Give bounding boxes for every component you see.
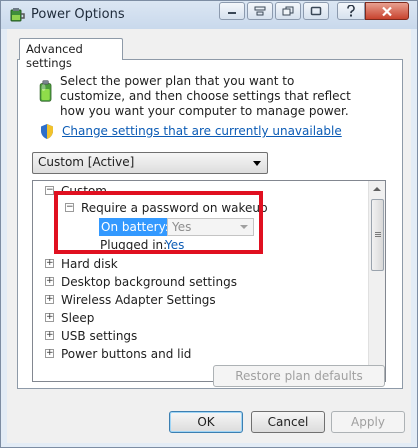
change-settings-link[interactable]: Change settings that are currently unava… [62,124,342,138]
advanced-settings-panel: Select the power plan that you want to c… [17,59,403,389]
tree-node-label: Wireless Adapter Settings [61,293,216,307]
tile-windows-button[interactable] [247,2,273,20]
plan-description: Select the power plan that you want to c… [60,74,351,118]
minimize-icon [228,12,236,14]
expand-icon[interactable]: + [45,277,54,286]
restore-plan-defaults-button[interactable]: Restore plan defaults [213,365,385,387]
maximize-button[interactable] [303,2,329,20]
on-battery-label: On battery: [99,218,171,236]
battery-icon [39,80,52,102]
on-battery-value: Yes [172,220,192,234]
power-options-icon [10,8,25,22]
cancel-button[interactable]: Cancel [251,411,325,433]
tab-advanced-settings[interactable]: Advanced settings [19,38,123,70]
dialog-client-area: Advanced settings Select the power plan … [7,29,411,443]
question-mark-icon [347,5,355,17]
power-options-window: Power Options Advanced settings Select t… [0,0,418,448]
power-plan-dropdown[interactable]: Custom [Active] [32,152,268,174]
ok-button[interactable]: OK [169,411,243,433]
expand-icon[interactable]: + [45,313,54,322]
tree-node-label: Hard disk [61,257,118,271]
minimize-button[interactable] [219,2,245,20]
grip-line [375,236,381,237]
tree-node-label: Power buttons and lid [61,347,192,361]
close-button[interactable] [365,2,409,20]
tree-node-label: USB settings [61,329,138,343]
tile-icon [254,6,266,16]
tree-node-label: Desktop background settings [61,275,237,289]
maximize-icon [310,6,322,16]
expand-icon[interactable]: + [45,331,54,340]
expand-icon[interactable]: + [45,259,54,268]
settings-tree[interactable]: − Custom − Require a password on wakeup … [32,180,386,382]
expand-icon[interactable]: + [45,295,54,304]
scroll-up-icon[interactable] [373,187,381,191]
title-bar[interactable]: Power Options [1,1,417,29]
expand-icon[interactable]: + [45,349,54,358]
tree-scrollbar[interactable] [368,181,385,381]
tree-node-label: Sleep [61,311,95,325]
chevron-down-icon [240,225,248,229]
settings-tree-content: − Custom − Require a password on wakeup … [33,181,367,381]
window-title: Power Options [31,7,125,22]
restore-icon [282,6,294,16]
scrollbar-thumb[interactable] [371,199,384,271]
tree-node-on-battery[interactable]: On battery: Yes [33,218,273,236]
grip-line [375,234,381,235]
grip-line [375,232,381,233]
apply-button[interactable]: Apply [331,411,405,433]
restore-window-button[interactable] [275,2,301,20]
on-battery-dropdown[interactable]: Yes [167,218,254,236]
close-icon [382,6,392,16]
collapse-icon[interactable]: − [65,203,74,212]
tree-node-label: Require a password on wakeup [81,201,268,215]
uac-shield-icon [41,124,53,139]
plugged-in-label: Plugged in: [100,238,168,252]
help-button[interactable] [337,2,365,20]
chevron-down-icon [253,161,261,166]
power-plan-value: Custom [Active] [38,155,135,169]
tree-node-label: Custom [61,184,107,198]
collapse-icon[interactable]: − [45,186,54,195]
plugged-in-value[interactable]: Yes [165,236,184,254]
